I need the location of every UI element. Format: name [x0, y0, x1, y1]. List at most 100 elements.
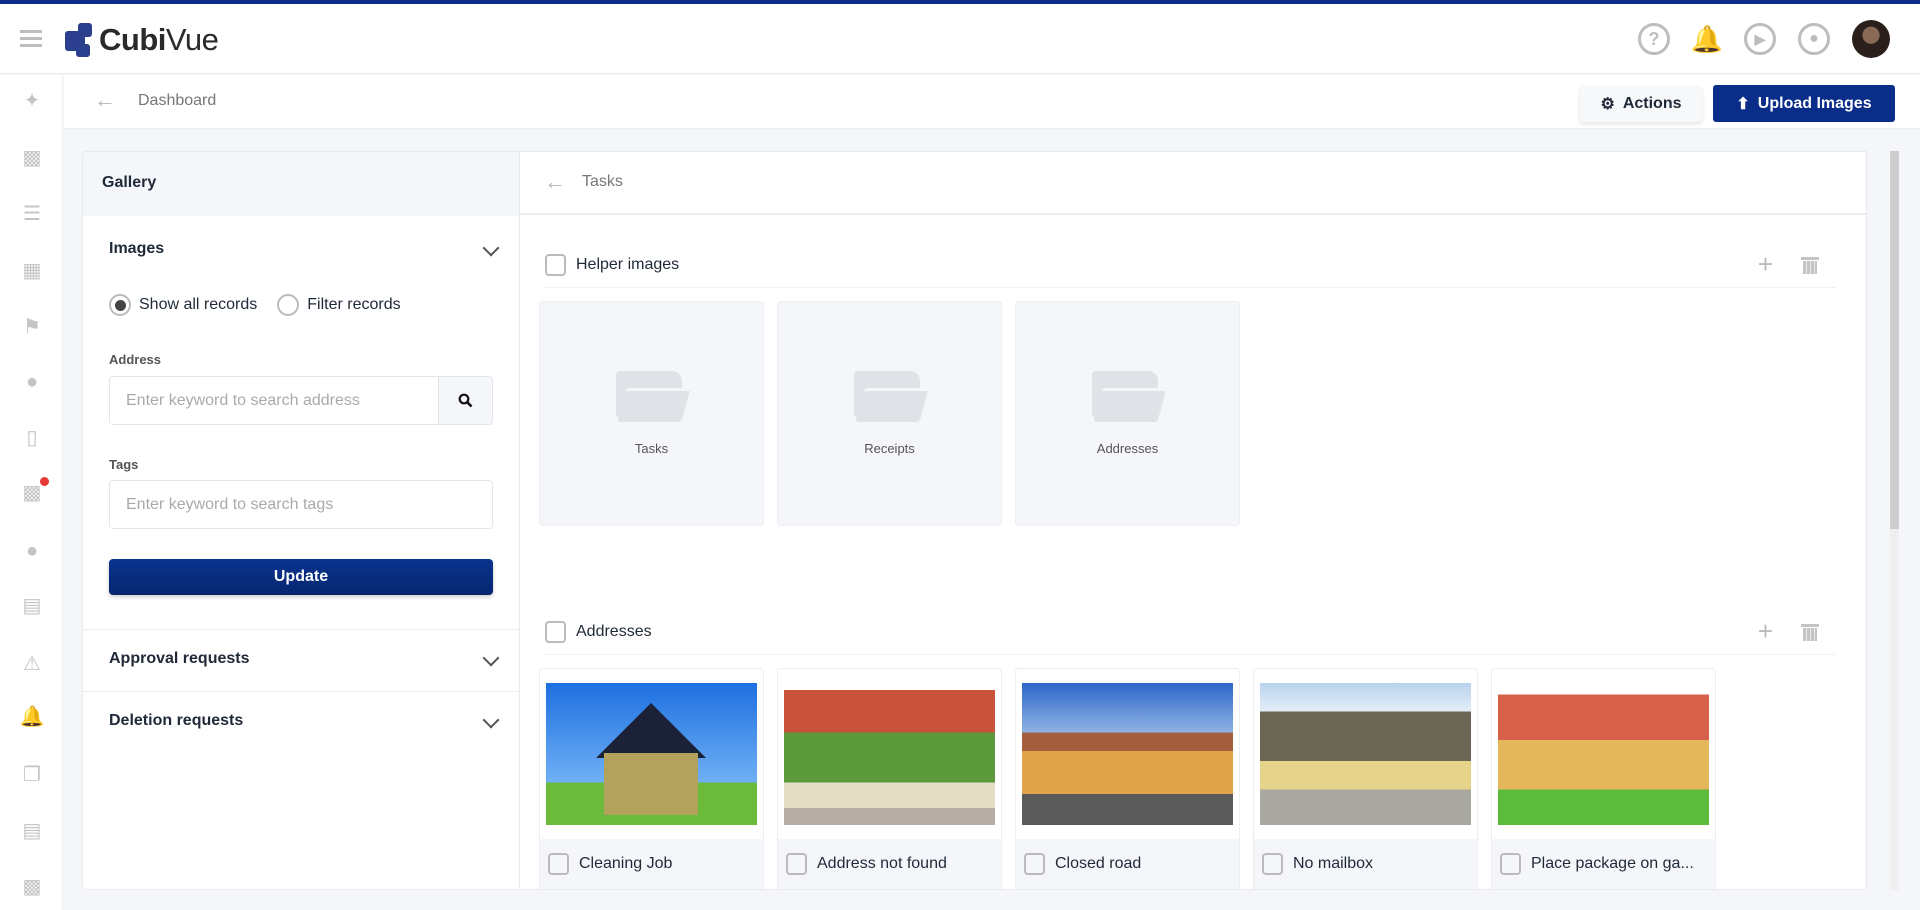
radio-label: Show all records: [139, 296, 258, 313]
image-label: No mailbox: [1293, 855, 1374, 872]
calendar-clock-icon[interactable]: ▦: [19, 258, 45, 284]
factory-icon[interactable]: ▩: [19, 874, 45, 900]
folder-name: Receipts: [864, 441, 915, 456]
image-label: Cleaning Job: [579, 855, 673, 872]
help-icon[interactable]: ?: [1638, 23, 1670, 55]
warning-icon[interactable]: ⚠: [19, 651, 45, 677]
address-search-input[interactable]: [110, 377, 438, 424]
logo-icon: [65, 23, 95, 57]
deletion-requests-title: Deletion requests: [109, 712, 244, 729]
add-icon[interactable]: +: [1758, 616, 1773, 647]
document-icon[interactable]: ▤: [19, 818, 45, 844]
house-photo: [1498, 683, 1709, 825]
address-label: Address: [109, 352, 162, 367]
image-checkbox[interactable]: [786, 853, 807, 875]
address-search-button[interactable]: [438, 377, 492, 424]
image-label: Address not found: [817, 855, 947, 872]
magic-wand-icon[interactable]: ✦: [19, 88, 45, 114]
play-tutorial-icon[interactable]: ▶: [1744, 23, 1776, 55]
actions-label: Actions: [1622, 95, 1682, 112]
folder-card[interactable]: Addresses: [1015, 301, 1240, 526]
trash-icon[interactable]: [1801, 256, 1819, 274]
radio-checked: [109, 294, 131, 316]
copy-icon[interactable]: ❐: [19, 762, 45, 788]
addresses-group: Addresses + Cleaning Job Address not fou…: [539, 609, 1835, 889]
user-icon-2[interactable]: ●: [19, 538, 45, 564]
addresses-title: Addresses: [576, 622, 652, 640]
approval-requests-section[interactable]: Approval requests: [83, 630, 519, 692]
map-pin-icon[interactable]: ⚑: [19, 314, 45, 340]
folder-name: Tasks: [634, 441, 669, 456]
image-card[interactable]: No mailbox: [1253, 668, 1478, 889]
image-card[interactable]: Cleaning Job: [539, 668, 764, 889]
folder-icon: [853, 371, 926, 419]
radio-label: Filter records: [307, 296, 401, 313]
image-label: Closed road: [1055, 855, 1142, 872]
image-card[interactable]: Place package on ga...: [1491, 668, 1716, 889]
folder-name: Addresses: [1096, 441, 1159, 456]
image-checkbox[interactable]: [1500, 853, 1521, 875]
folder-card[interactable]: Tasks: [539, 301, 764, 526]
logo[interactable]: CubiVue: [65, 22, 219, 58]
certificate-icon[interactable]: ▤: [19, 593, 45, 619]
scrollbar[interactable]: [1890, 151, 1899, 890]
content-panel: ← Tasks Helper images + Tasks Receipts A…: [519, 151, 1867, 890]
logo-text-light: Vue: [165, 22, 219, 57]
back-arrow-icon[interactable]: ←: [544, 169, 566, 195]
house-photo: [784, 683, 995, 825]
update-button[interactable]: Update: [109, 559, 493, 595]
image-checkbox[interactable]: [1024, 853, 1045, 875]
house-photo: [1022, 683, 1233, 825]
deletion-requests-section[interactable]: Deletion requests: [83, 692, 519, 754]
tags-label: Tags: [109, 457, 139, 472]
addresses-checkbox[interactable]: [545, 620, 566, 643]
bar-chart-icon[interactable]: ▩: [19, 145, 45, 171]
notification-badge: [40, 477, 49, 486]
menu-icon[interactable]: [20, 30, 42, 48]
image-card[interactable]: Address not found: [777, 668, 1002, 889]
user-icon[interactable]: ●: [19, 369, 45, 395]
folder-icon: [1091, 371, 1164, 419]
actions-button[interactable]: ⚙ Actions: [1580, 86, 1702, 122]
folder-icon: [615, 371, 688, 419]
alarm-bell-icon[interactable]: 🔔: [19, 704, 45, 730]
approval-requests-title: Approval requests: [109, 650, 250, 667]
image-label: Place package on ga...: [1531, 855, 1694, 872]
scrollbar-thumb[interactable]: [1890, 151, 1899, 529]
logo-text-bold: Cubi: [99, 22, 166, 57]
search-icon: [458, 393, 473, 408]
upload-icon: ⬆: [1736, 95, 1750, 113]
mobile-device-icon[interactable]: ▯: [19, 425, 45, 451]
upload-images-button[interactable]: ⬆ Upload Images: [1713, 85, 1895, 122]
show-all-records-radio[interactable]: Show all records: [109, 294, 257, 316]
image-checkbox[interactable]: [1262, 853, 1283, 875]
side-rail: ✦ ▩ ☰ ▦ ⚑ ● ▯ ▩ ● ▤ ⚠ 🔔 ❐ ▤ ▩: [0, 75, 63, 910]
content-breadcrumb: Tasks: [582, 173, 623, 190]
notification-bell-icon[interactable]: 🔔: [1691, 23, 1723, 55]
app-header: CubiVue ? 🔔 ▶ ●: [0, 4, 1920, 74]
helper-images-title: Helper images: [576, 255, 680, 273]
add-icon[interactable]: +: [1758, 249, 1773, 280]
switch-user-icon[interactable]: ●: [1798, 23, 1830, 55]
tags-search-input[interactable]: [110, 481, 492, 528]
helper-images-checkbox[interactable]: [545, 253, 566, 276]
back-arrow-icon[interactable]: ←: [94, 87, 116, 113]
helper-images-group: Helper images + Tasks Receipts Addresses: [539, 242, 1835, 526]
images-title[interactable]: Images: [109, 240, 493, 258]
trash-icon[interactable]: [1801, 623, 1819, 641]
image-card[interactable]: Closed road: [1015, 668, 1240, 889]
house-photo: [1260, 683, 1471, 825]
images-section: Images Show all records Filter records A…: [83, 216, 519, 630]
user-avatar[interactable]: [1852, 20, 1890, 58]
gallery-title: Gallery: [83, 152, 519, 216]
gear-icon: ⚙: [1600, 96, 1615, 113]
house-photo: [546, 683, 757, 825]
gallery-panel: Gallery Images Show all records Filter r…: [82, 151, 520, 890]
breadcrumb[interactable]: Dashboard: [138, 92, 216, 110]
chat-icon[interactable]: ▩: [19, 477, 49, 506]
list-icon[interactable]: ☰: [19, 201, 45, 227]
image-checkbox[interactable]: [548, 853, 569, 875]
filter-records-radio[interactable]: Filter records: [277, 294, 401, 316]
upload-label: Upload Images: [1757, 94, 1872, 112]
folder-card[interactable]: Receipts: [777, 301, 1002, 526]
